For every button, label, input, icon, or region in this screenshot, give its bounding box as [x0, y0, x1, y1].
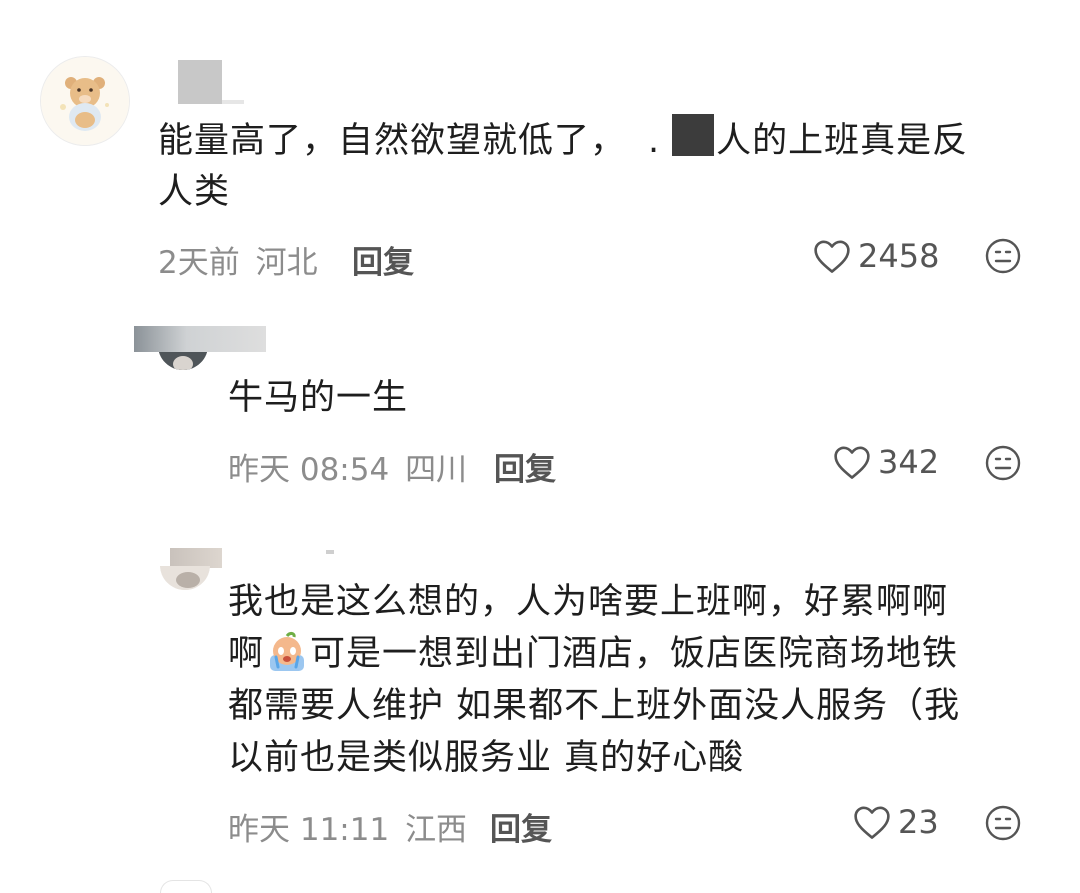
- comment-time: 昨天 08:54: [228, 452, 390, 488]
- smiley-face-icon: [985, 445, 1021, 481]
- like-count: 23: [898, 803, 939, 841]
- username-redacted[interactable]: [134, 326, 266, 352]
- username-redacted-tail: [326, 550, 334, 554]
- next-avatar: [160, 880, 212, 893]
- comment-text-line1: 我也是这么想的，人为啥要上班啊，好累啊啊: [228, 582, 949, 622]
- heart-outline-icon: [854, 806, 890, 839]
- more-button[interactable]: [984, 237, 1022, 279]
- smiley-face-icon: [985, 238, 1021, 274]
- comment-meta: 昨天 11:11 江西: [228, 804, 467, 849]
- like-button[interactable]: 23: [852, 802, 939, 842]
- comment-text-part: 可是一想到出门酒店，饭店医院商场地铁: [310, 634, 959, 674]
- like-count: 2458: [858, 237, 940, 275]
- smiley-face-icon: [985, 805, 1021, 841]
- like-button[interactable]: 2458: [812, 236, 939, 276]
- reply-button[interactable]: 回复: [494, 444, 556, 489]
- username-redacted[interactable]: [178, 60, 222, 104]
- reply-button[interactable]: 回复: [490, 804, 552, 849]
- more-button[interactable]: [984, 804, 1022, 846]
- comment-location: 江西: [405, 812, 468, 848]
- comment-text-line2: 人类: [158, 172, 231, 212]
- like-button[interactable]: 342: [832, 442, 939, 482]
- redacted-block: [672, 114, 715, 156]
- heart-outline-icon: [814, 240, 850, 273]
- comment-text-line4: 以前也是类似服务业 真的好心酸: [228, 738, 745, 778]
- username-redacted-tail: [222, 100, 244, 104]
- bear-avatar-icon: [41, 57, 129, 145]
- comment-location: 四川: [405, 452, 468, 488]
- comment-text-part: 啊: [228, 634, 265, 674]
- comment-location: 河北: [255, 245, 318, 281]
- comment-time: 昨天 11:11: [228, 812, 390, 848]
- comment-time: 2天前: [158, 245, 240, 281]
- like-count: 342: [878, 443, 940, 481]
- heart-outline-icon: [834, 446, 870, 479]
- comment-text-part: .: [648, 121, 661, 161]
- avatar[interactable]: [40, 56, 130, 146]
- comment-text-line3: 都需要人维护 如果都不上班外面没人服务（我: [228, 686, 961, 726]
- comment-meta: 2天前 河北: [158, 237, 318, 282]
- comment-text-part: 能量高了，自然欲望就低了，: [158, 121, 627, 161]
- comment-text-part: 人的上班真是反: [716, 121, 969, 161]
- more-button[interactable]: [984, 444, 1022, 486]
- username-redacted[interactable]: [170, 548, 222, 568]
- comment-meta: 昨天 08:54 四川: [228, 444, 467, 489]
- comment-text: 牛马的一生: [228, 378, 409, 418]
- reply-button[interactable]: 回复: [352, 237, 414, 282]
- comment-text: 能量高了，自然欲望就低了，. 人的上班真是反: [158, 114, 968, 168]
